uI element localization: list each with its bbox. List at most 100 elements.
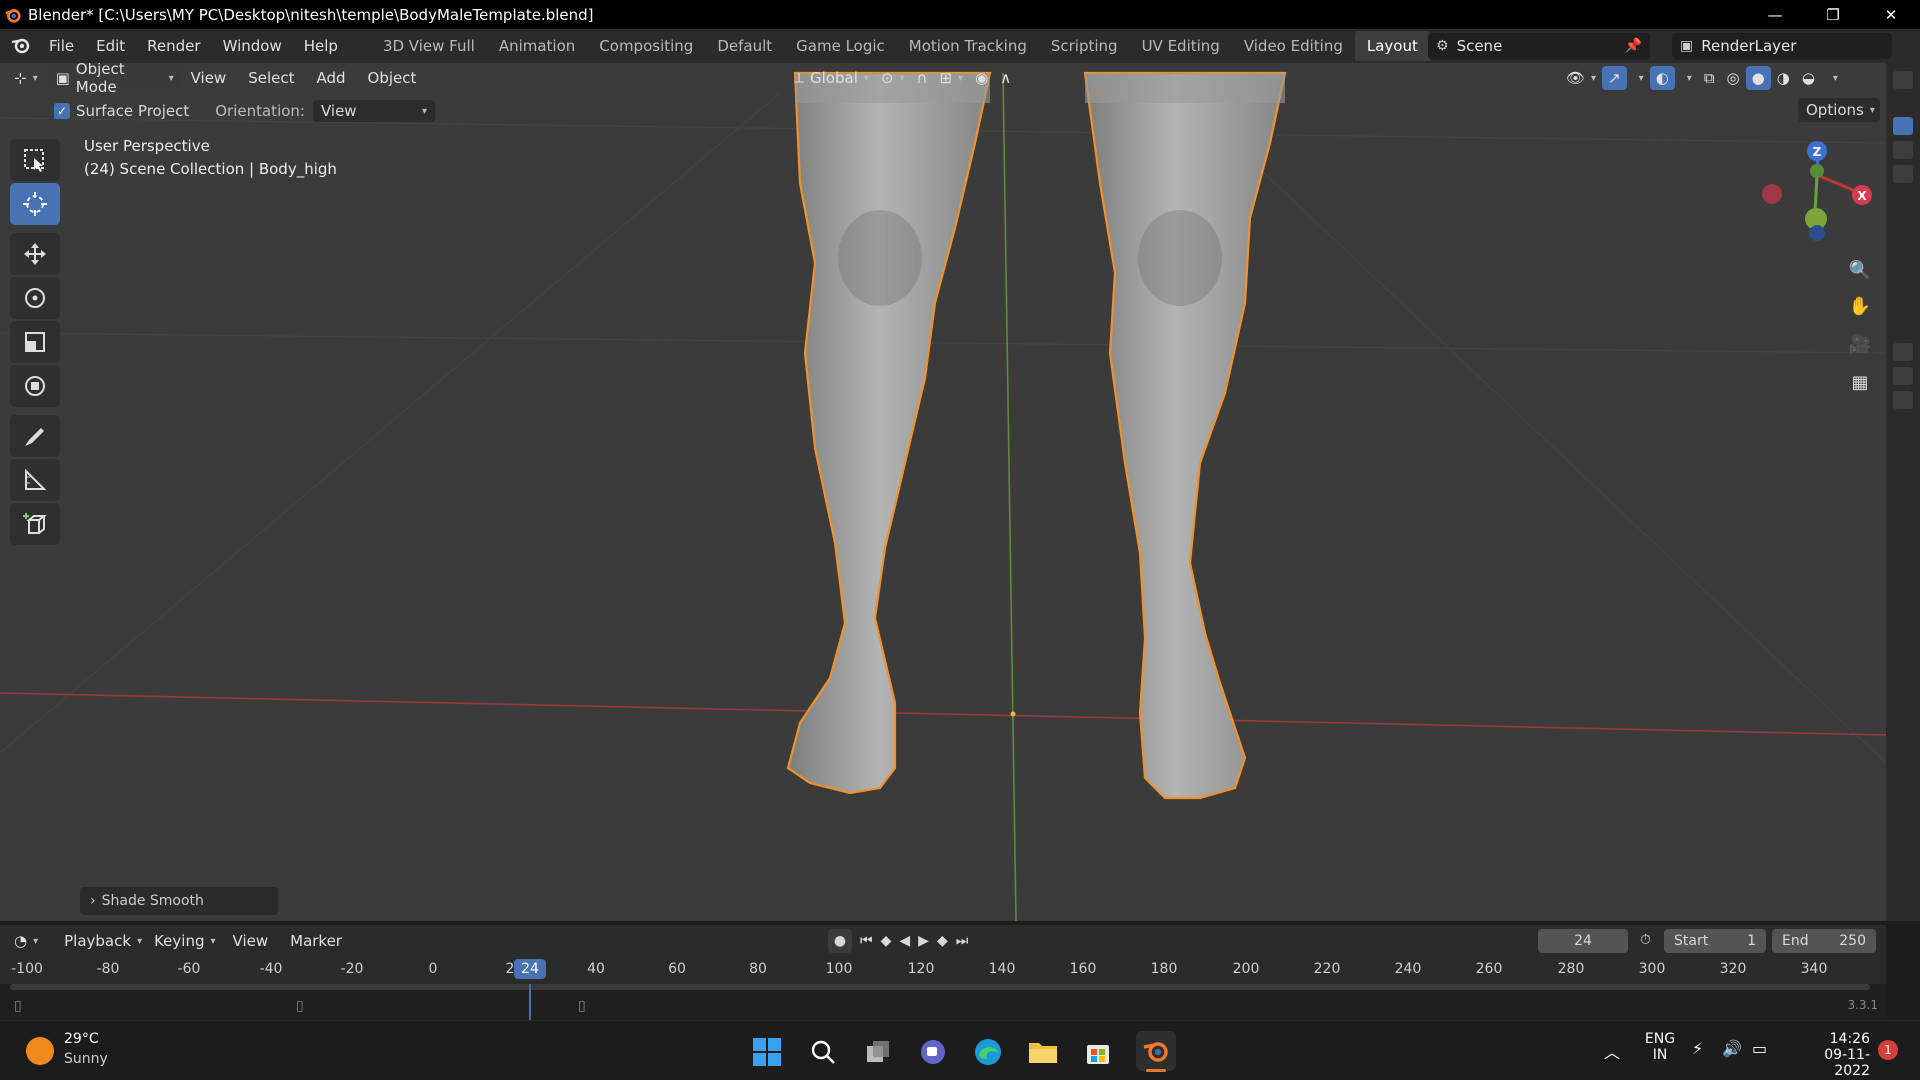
annotate-tool[interactable] [10, 415, 60, 457]
shading-options[interactable]: ▾ [1821, 66, 1844, 90]
gizmo-options[interactable]: ▾ [1627, 66, 1650, 90]
solid-shading-button[interactable]: ● [1745, 66, 1771, 90]
timeline-view-menu[interactable]: View [222, 924, 280, 958]
transform-tool[interactable] [10, 365, 60, 407]
menu-help[interactable]: Help [293, 29, 349, 63]
xray-toggle[interactable]: ⧉ [1698, 66, 1721, 90]
blender-menu-icon[interactable] [0, 29, 38, 63]
wireframe-shading-button[interactable]: ◎ [1721, 66, 1746, 90]
overlays-toggle[interactable]: ◐ [1649, 66, 1675, 90]
sun-weather-icon[interactable] [26, 1037, 54, 1065]
play-button[interactable]: ▶ [918, 933, 929, 949]
end-frame-field[interactable]: End 250 [1772, 929, 1876, 953]
tab-motion-tracking[interactable]: Motion Tracking [897, 31, 1039, 61]
surface-project-checkbox[interactable]: ✓ [54, 103, 70, 119]
handle-icon[interactable]: ▯ [296, 998, 304, 1014]
play-reverse-button[interactable]: ◀ [899, 933, 910, 949]
move-tool[interactable] [10, 233, 60, 275]
playback-menu[interactable]: Playback ▾ [58, 929, 148, 953]
jump-end-button[interactable]: ⏭ [956, 933, 969, 949]
minimize-button[interactable]: — [1746, 0, 1804, 29]
tab-compositing[interactable]: Compositing [587, 31, 705, 61]
output-tab-icon[interactable] [1893, 141, 1913, 159]
rotate-tool[interactable] [10, 277, 60, 319]
timeline-scrollbar[interactable] [10, 984, 1870, 990]
object-tab-icon[interactable] [1893, 367, 1913, 385]
add-cube-tool[interactable] [10, 503, 60, 545]
timeline-track-area[interactable]: ▯ ▯ ▯ 3.3.1 [0, 984, 1886, 1020]
viewport-menu-view[interactable]: View [180, 63, 238, 95]
tab-video-editing[interactable]: Video Editing [1232, 31, 1355, 61]
pivot-point-button[interactable]: ⊙ ▾ [875, 66, 911, 90]
edge-browser-button[interactable] [971, 1035, 1005, 1069]
timeline-editor-type[interactable]: ◔ ▾ [8, 929, 44, 953]
task-view-button[interactable] [861, 1035, 895, 1069]
visibility-button[interactable]: 👁 ▾ [1560, 66, 1602, 90]
playhead-indicator[interactable]: 24 [514, 959, 546, 979]
store-button[interactable] [1081, 1035, 1115, 1069]
gizmo-toggle[interactable]: ↗ [1602, 66, 1627, 90]
keying-menu[interactable]: Keying ▾ [148, 929, 221, 953]
tab-default[interactable]: Default [705, 31, 784, 61]
scene-selector[interactable]: ⚙ Scene 📌 [1428, 33, 1650, 59]
menu-render[interactable]: Render [136, 29, 211, 63]
record-button[interactable]: ● [828, 929, 852, 953]
viewport-menu-add[interactable]: Add [306, 63, 357, 95]
next-keyframe-button[interactable]: ◆ [937, 933, 948, 949]
current-frame-field[interactable]: 24 [1538, 929, 1628, 953]
pin-icon[interactable]: 📌 [1625, 38, 1642, 54]
menu-edit[interactable]: Edit [85, 29, 136, 63]
tab-game-logic[interactable]: Game Logic [784, 31, 897, 61]
volume-icon[interactable]: 🔊 [1722, 1039, 1742, 1058]
show-hidden-icons-chevron-icon[interactable]: ︿ [1604, 1039, 1620, 1063]
start-button[interactable] [750, 1035, 784, 1069]
tab-scripting[interactable]: Scripting [1039, 31, 1130, 61]
camera-view-button[interactable]: 🎥 [1843, 325, 1877, 363]
render-tab-icon[interactable] [1893, 117, 1913, 135]
timeline-ruler[interactable]: -100 -80 -60 -40 -20 0 2 40 60 80 100 12… [0, 957, 1886, 985]
jump-start-button[interactable]: ⏮ [860, 933, 873, 949]
menu-window[interactable]: Window [212, 29, 293, 63]
blender-taskbar-button[interactable] [1136, 1031, 1176, 1072]
scale-tool[interactable] [10, 321, 60, 363]
restore-button[interactable]: ❐ [1804, 0, 1862, 29]
scene-tab-icon[interactable] [1893, 343, 1913, 361]
tab-layout[interactable]: Layout [1354, 31, 1430, 61]
viewport-menu-object[interactable]: Object [357, 63, 428, 95]
ortho-toggle-button[interactable]: ▦ [1843, 363, 1877, 401]
options-dropdown[interactable]: Options ▾ [1798, 98, 1880, 122]
view-layer-tab-icon[interactable] [1893, 165, 1913, 183]
input-language-indicator[interactable]: ENG IN [1642, 1031, 1678, 1063]
tab-animation[interactable]: Animation [487, 31, 587, 61]
snap-toggle[interactable]: ∩ [911, 66, 934, 90]
timeline-marker-menu[interactable]: Marker [279, 924, 353, 958]
navigation-gizmo[interactable]: Z X [1762, 141, 1872, 241]
handle-icon[interactable]: ▯ [14, 998, 22, 1014]
overlays-options[interactable]: ▾ [1675, 66, 1698, 90]
handle-icon[interactable]: ▯ [578, 998, 586, 1014]
rendered-shading-button[interactable]: ◒ [1796, 66, 1821, 90]
tab-uv-editing[interactable]: UV Editing [1130, 31, 1232, 61]
falloff-button[interactable]: ∧ [994, 66, 1017, 90]
3d-viewport[interactable]: Z X ⊹ ▾ ▣ Object Mode ▾ View Select Add Ob… [0, 63, 1886, 921]
measure-tool[interactable] [10, 459, 60, 501]
stopwatch-icon[interactable]: ⏱ [1640, 932, 1651, 948]
network-icon[interactable]: ⚡ [1692, 1039, 1703, 1058]
orientation-dropdown[interactable]: View ▾ [312, 100, 435, 122]
menu-file[interactable]: File [38, 29, 85, 63]
prev-keyframe-button[interactable]: ◆ [881, 933, 892, 949]
snap-target-button[interactable]: ⊞ ▾ [934, 66, 970, 90]
clock[interactable]: 14:26 09-11-2022 [1790, 1031, 1870, 1079]
transform-orientation-dropdown[interactable]: ⟂ Global ▾ [788, 66, 875, 90]
editor-type-button[interactable]: ⊹ ▾ [8, 66, 44, 90]
zoom-button[interactable]: 🔍 [1843, 253, 1877, 287]
start-frame-field[interactable]: Start 1 [1664, 929, 1766, 953]
outliner-toggle-icon[interactable] [1893, 71, 1913, 89]
close-button[interactable]: ✕ [1862, 0, 1920, 29]
taskbar-search-button[interactable] [806, 1035, 840, 1069]
mode-selector[interactable]: ▣ Object Mode ▾ [49, 63, 180, 96]
pan-button[interactable]: ✋ [1843, 287, 1877, 325]
file-explorer-button[interactable] [1026, 1035, 1060, 1069]
teams-chat-button[interactable] [916, 1035, 950, 1069]
weather-temp[interactable]: 29°C [64, 1031, 99, 1047]
